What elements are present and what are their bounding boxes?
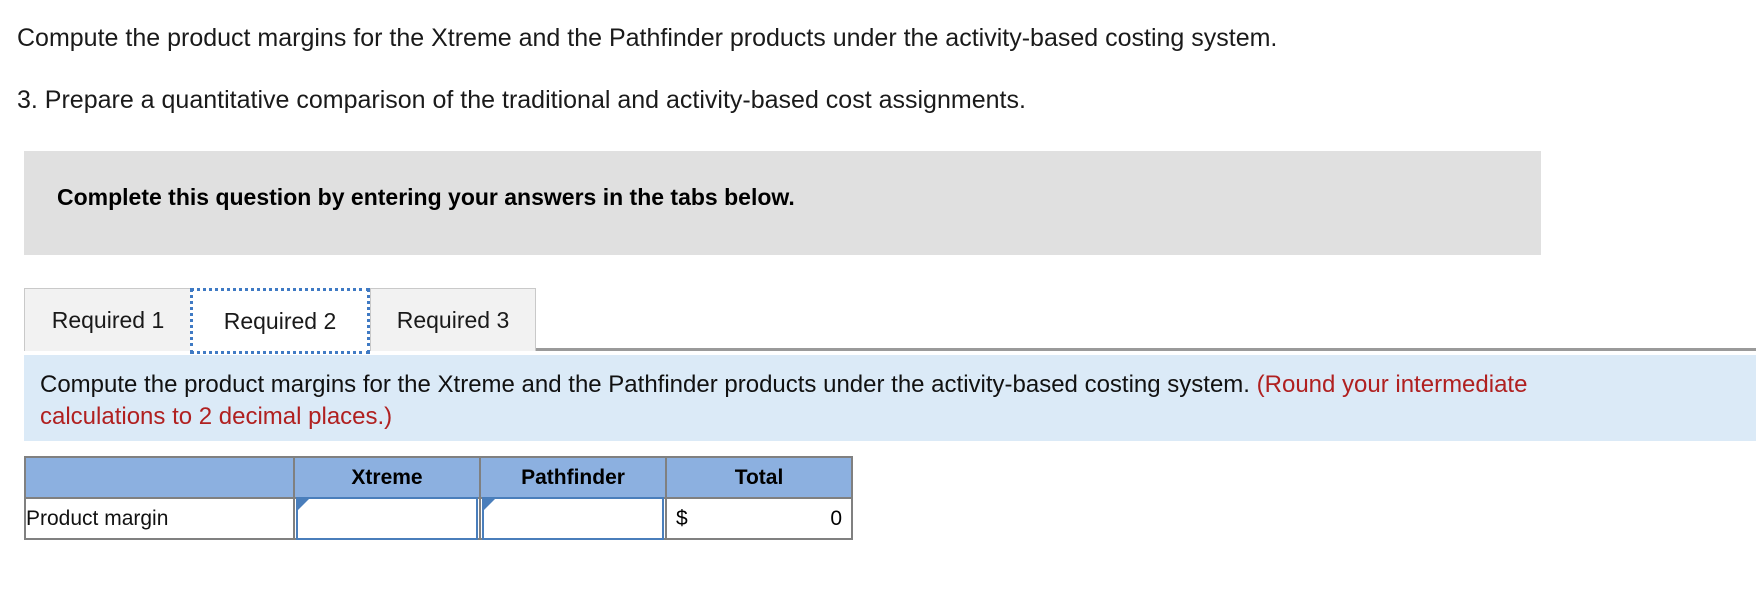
table-body: Product margin $ 0 [24, 497, 853, 540]
pathfinder-product-margin-input[interactable] [496, 499, 656, 538]
question-line-2: 3. Prepare a quantitative comparison of … [17, 86, 1026, 114]
xtreme-product-margin-input[interactable] [310, 499, 470, 538]
table-header: Xtreme Pathfinder Total [24, 456, 853, 499]
table-row: Product margin $ 0 [24, 497, 853, 540]
cell-marker-triangle-icon [298, 499, 309, 510]
tab-required-1-label: Required 1 [51, 306, 165, 333]
instruction-banner: Complete this question by entering your … [24, 151, 1541, 255]
instruction-banner-text: Complete this question by entering your … [57, 184, 795, 210]
tab-required-3-label: Required 3 [396, 306, 510, 333]
row-label-product-margin: Product margin [24, 497, 295, 540]
cell-xtreme-product-margin[interactable] [293, 497, 481, 540]
column-header-pathfinder: Pathfinder [479, 456, 667, 499]
pathfinder-entry-box[interactable] [482, 497, 664, 540]
tab-bar: Required 1 Required 2 Required 3 [24, 288, 1756, 354]
requirement-instruction-black: Compute the product margins for the Xtre… [40, 371, 1257, 398]
cell-marker-triangle-icon [484, 499, 495, 510]
cell-total-product-margin: $ 0 [665, 497, 853, 540]
total-product-margin-value: 0 [830, 506, 842, 530]
column-header-xtreme: Xtreme [293, 456, 481, 499]
tab-required-3[interactable]: Required 3 [370, 288, 536, 351]
tab-required-2-label: Required 2 [223, 307, 337, 334]
table-header-row: Xtreme Pathfinder Total [24, 456, 853, 499]
requirement-instruction-text: Compute the product margins for the Xtre… [40, 369, 1540, 433]
total-currency-symbol: $ [676, 506, 688, 530]
product-margin-table: Xtreme Pathfinder Total Product margin $ [24, 456, 853, 540]
column-header-total: Total [665, 456, 853, 499]
cell-pathfinder-product-margin[interactable] [479, 497, 667, 540]
question-line-1: Compute the product margins for the Xtre… [17, 24, 1278, 52]
column-header-blank [24, 456, 295, 499]
tab-required-1[interactable]: Required 1 [24, 288, 192, 351]
tab-required-2[interactable]: Required 2 [190, 288, 370, 354]
xtreme-entry-box[interactable] [296, 497, 478, 540]
requirement-instruction-panel: Compute the product margins for the Xtre… [24, 355, 1756, 441]
